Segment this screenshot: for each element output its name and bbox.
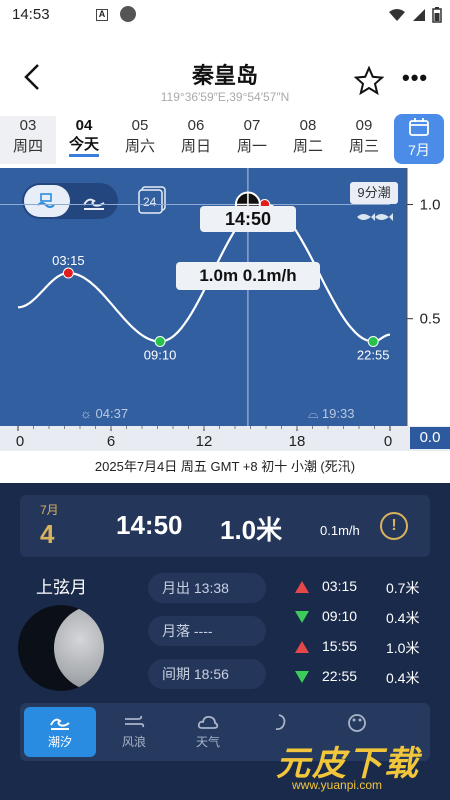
battery-icon <box>432 7 442 23</box>
tide-row: 09:10 0.4米 <box>290 606 440 630</box>
date-weekday: 周二 <box>292 138 323 155</box>
a-notification-icon: A <box>96 9 108 21</box>
moonset-pill: 月落 ---- <box>148 616 266 646</box>
date-item-06[interactable]: 06 周日 <box>168 116 224 164</box>
date-info-line: 2025年7月4日 周五 GMT +8 初十 小潮 (死汛) <box>0 451 450 483</box>
date-item-08[interactable]: 08 周二 <box>280 116 336 164</box>
nav-tide[interactable]: 潮汐 <box>24 707 96 757</box>
period-pill: 间期 18:56 <box>148 659 266 689</box>
y-tick-label: 0.5 <box>420 311 441 328</box>
date-weekday: 周一 <box>236 138 267 155</box>
date-weekday: 周三 <box>348 138 379 155</box>
wave-icon <box>50 718 70 730</box>
card-month: 7月 <box>40 503 59 517</box>
extremum-time-label: 03:15 <box>52 253 85 268</box>
calendar-icon <box>409 118 429 136</box>
date-item-07[interactable]: 07 周一 <box>224 116 280 164</box>
nav-palette-icon[interactable] <box>346 713 368 738</box>
header: 秦皇岛 119°36′59″E,39°54′57″N ••• <box>0 30 450 112</box>
high-tide-point <box>62 267 74 279</box>
date-selector: 03 周四 04 今天 05 周六 06 周日 07 周一 08 周二 09 周… <box>0 112 450 168</box>
wifi-icon <box>389 9 405 21</box>
nav-wind-label: 风浪 <box>121 735 146 749</box>
date-number: 07 <box>243 117 261 134</box>
moon-icon <box>18 605 104 691</box>
calendar-month-label: 7月 <box>408 142 430 158</box>
low-tide-arrow-icon <box>295 611 309 623</box>
x-tick-label: 6 <box>107 433 115 450</box>
sunrise-time: 04:37 <box>95 406 129 421</box>
date-weekday: 周六 <box>124 138 155 155</box>
date-number: 08 <box>299 117 317 134</box>
sunset-info: ⌓ 19:33 <box>308 406 354 422</box>
status-time: 14:53 <box>12 6 50 23</box>
x-tick-label: 0 <box>384 433 392 450</box>
tide-chart[interactable]: 24 9分潮 03:15 09:10 22:55 0 6 12 18 0 1.0 0.5 14:5… <box>0 168 450 451</box>
date-weekday: 周四 <box>12 138 43 155</box>
nav-wind[interactable]: 风浪 <box>98 707 170 757</box>
sunrise-info: ☼ 04:37 <box>80 406 128 421</box>
cursor-value-label: 1.0m 0.1m/h <box>176 262 320 290</box>
nav-tide-label: 潮汐 <box>47 735 72 749</box>
date-weekday: 周日 <box>180 138 211 155</box>
sunset-time: 19:33 <box>321 406 355 421</box>
date-item-03[interactable]: 03 周四 <box>0 116 56 164</box>
card-speed: 0.1m/h <box>320 523 360 538</box>
signal-icon <box>413 9 425 21</box>
status-bar: 14:53 A <box>0 0 450 30</box>
date-number: 05 <box>131 117 149 134</box>
y-tick-label: 1.0 <box>420 197 441 214</box>
card-time: 14:50 <box>116 510 183 540</box>
low-tide-arrow-icon <box>295 671 309 683</box>
moon-phase-label: 上弦月 <box>36 578 87 597</box>
moonrise-pill: 月出 13:38 <box>148 573 266 603</box>
circle-notification-icon <box>120 6 136 22</box>
watermark-url: www.yuanpi.com <box>292 778 383 792</box>
card-day: 4 <box>40 519 55 549</box>
card-height: 1.0米 <box>220 515 283 545</box>
nav-weather-label: 天气 <box>195 735 220 749</box>
cursor-time-label: 14:50 <box>200 206 296 232</box>
x-tick-label: 18 <box>289 433 306 450</box>
tide-row: 03:15 0.7米 <box>290 576 440 600</box>
cloud-icon <box>197 715 219 729</box>
tide-time: 15:55 <box>322 638 358 654</box>
y-axis-value-box: 0.0 <box>410 427 450 449</box>
tide-time: 09:10 <box>322 608 358 624</box>
date-number: 06 <box>187 117 205 134</box>
date-number: 04 <box>75 117 93 134</box>
tide-row: 15:55 1.0米 <box>290 636 440 660</box>
low-tide-point <box>154 336 166 348</box>
warning-icon[interactable]: ! <box>380 512 408 540</box>
high-tide-arrow-icon <box>295 581 309 593</box>
x-tick-label: 12 <box>196 433 213 450</box>
nav-weather[interactable]: 天气 <box>172 707 244 757</box>
x-tick-label: 0 <box>16 433 24 450</box>
more-button[interactable]: ••• <box>402 67 434 90</box>
calendar-button[interactable]: 7月 <box>394 114 444 164</box>
high-tide-arrow-icon <box>295 641 309 653</box>
sunrise-icon: ☼ <box>80 406 92 421</box>
tide-height: 1.0米 <box>386 640 420 656</box>
sunset-icon: ⌓ <box>308 406 319 421</box>
current-tide-card: 7月 4 14:50 1.0米 0.1m/h ! <box>20 495 430 557</box>
low-tide-point <box>367 336 379 348</box>
tide-height: 0.4米 <box>386 610 420 626</box>
date-item-04[interactable]: 04 今天 <box>56 116 112 164</box>
tide-row: 22:55 0.4米 <box>290 666 440 690</box>
tide-time: 03:15 <box>322 578 358 594</box>
favorite-star-icon[interactable] <box>354 66 384 96</box>
nav-fish-icon[interactable] <box>268 713 290 738</box>
date-item-09[interactable]: 09 周三 <box>336 116 392 164</box>
date-number: 09 <box>355 117 373 134</box>
date-item-05[interactable]: 05 周六 <box>112 116 168 164</box>
tide-height: 0.7米 <box>386 580 420 596</box>
tide-height: 0.4米 <box>386 670 420 686</box>
tide-time: 22:55 <box>322 668 358 684</box>
date-number: 03 <box>19 117 37 134</box>
wind-icon <box>125 715 145 728</box>
extremum-time-label: 09:10 <box>144 348 177 363</box>
extremum-time-label: 22:55 <box>357 348 390 363</box>
date-weekday: 今天 <box>68 136 99 157</box>
